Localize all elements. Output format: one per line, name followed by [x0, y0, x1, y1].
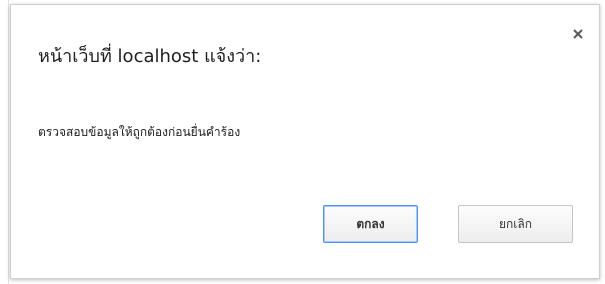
- cancel-button-label: ยกเลิก: [498, 216, 533, 231]
- close-icon[interactable]: [571, 27, 585, 41]
- alert-dialog: หน้าเว็บที่ localhost แจ้งว่า: ตรวจสอบข้…: [10, 4, 600, 279]
- ok-button[interactable]: ตกลง: [323, 205, 418, 243]
- cancel-button[interactable]: ยกเลิก: [458, 205, 573, 243]
- screen: หน้าเว็บที่ localhost แจ้งว่า: ตรวจสอบข้…: [0, 0, 605, 284]
- dialog-title: หน้าเว็บที่ localhost แจ้งว่า:: [38, 46, 262, 67]
- dialog-message: ตรวจสอบข้อมูลให้ถูกต้องก่อนยื่นคำร้อง: [38, 125, 241, 139]
- background-page-edge: [8, 0, 9, 284]
- ok-button-label: ตกลง: [356, 216, 385, 231]
